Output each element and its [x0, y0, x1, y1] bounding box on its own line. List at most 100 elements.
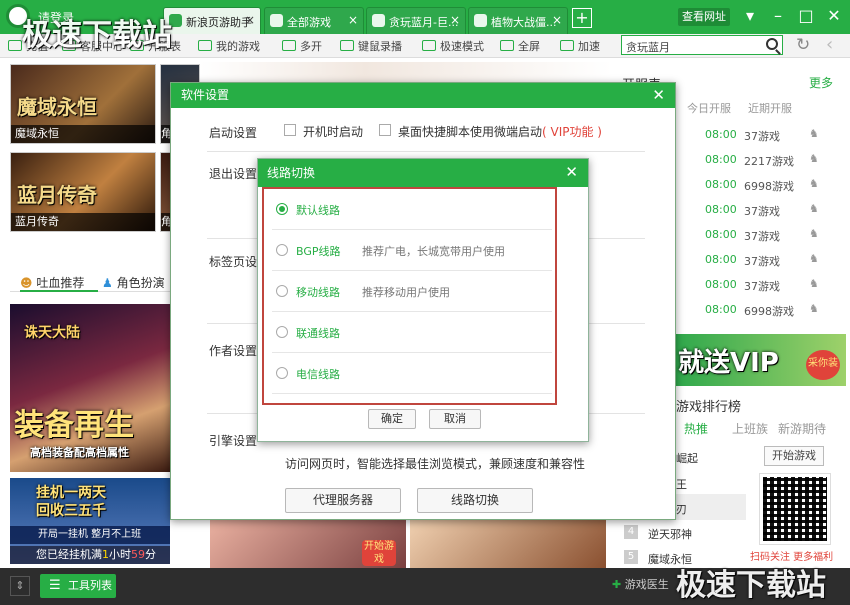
rank-tab-hot[interactable]: 热推 — [684, 420, 708, 437]
back-icon[interactable]: ‹ — [826, 34, 833, 55]
start-game-button[interactable]: 开始游戏 — [764, 446, 824, 466]
engine-label: 引擎设置 — [209, 434, 258, 448]
line-option-telecom[interactable]: 电信线路 — [272, 353, 552, 394]
promo-close-icon[interactable]: ✖ — [190, 526, 201, 541]
rank-item[interactable]: 逆天邪神 — [648, 526, 692, 542]
game-doctor-button[interactable]: ✚ 游戏医生 — [612, 576, 669, 592]
more-link[interactable]: 更多 — [809, 74, 833, 91]
radio-icon[interactable] — [276, 326, 288, 338]
bell-icon[interactable]: ♞ — [809, 152, 819, 165]
multi-open-label: 多开 — [300, 40, 322, 53]
radio-icon[interactable] — [276, 367, 288, 379]
server-time: 08:00 — [705, 228, 737, 241]
engine-description: 访问网页时，智能选择最佳浏览模式，兼顾速度和兼容性 — [285, 457, 586, 471]
line-option-label: 默认线路 — [296, 204, 340, 217]
search-icon[interactable] — [766, 38, 778, 50]
speedometer-icon — [560, 40, 574, 51]
rank-item[interactable]: 刃 — [676, 501, 687, 517]
minimize-icon[interactable]: – — [768, 6, 788, 25]
line-option-desc: 推荐广电，长城宽带用户使用 — [362, 245, 505, 258]
banner-subline: 高档装备配高档属性 — [30, 446, 129, 459]
tab-label: 贪玩蓝月-巨... — [389, 16, 459, 29]
server-name: 37游戏 — [744, 255, 780, 268]
tab-label: 全部游戏 — [287, 16, 331, 29]
refresh-icon[interactable]: ↻ — [796, 35, 810, 55]
tab-recent-open[interactable]: 近期开服 — [748, 100, 792, 116]
close-settings-icon[interactable]: ✕ — [652, 86, 665, 104]
users-icon — [282, 40, 296, 51]
game-thumb-strip — [200, 62, 612, 82]
line-option-label: 移动线路 — [296, 286, 340, 299]
game-banner[interactable]: 诛天大陆 装备再生 高档装备配高档属性 — [10, 304, 170, 472]
server-name: 37游戏 — [744, 130, 780, 143]
menu-dropdown-icon[interactable]: ▾ — [740, 6, 760, 25]
line-option-mobile[interactable]: 移动线路 推荐移动用户使用 — [272, 271, 552, 312]
record-button[interactable]: 键鼠录播 — [340, 38, 402, 54]
rank-number: 4 — [624, 525, 638, 539]
fullscreen-button[interactable]: 全屏 — [500, 38, 540, 54]
bell-icon[interactable]: ♞ — [809, 177, 819, 190]
close-line-switch-icon[interactable]: ✕ — [565, 163, 578, 181]
server-time: 08:00 — [705, 203, 737, 216]
bell-icon[interactable]: ♞ — [809, 277, 819, 290]
tab-pvz[interactable]: 植物大战僵... × — [468, 7, 568, 34]
close-window-icon[interactable]: ✕ — [824, 6, 844, 25]
start-badge[interactable]: 开始游戏 — [362, 540, 396, 566]
bell-icon[interactable]: ♞ — [809, 127, 819, 140]
rank-tab-new[interactable]: 新游期待 — [778, 420, 826, 437]
rank-item[interactable]: 崛起 — [676, 450, 698, 466]
cancel-button[interactable]: 取消 — [429, 409, 481, 429]
tools-list-button[interactable]: ☰ 工具列表 — [40, 574, 116, 598]
game-thumb[interactable]: 魔域永恒 魔域永恒 — [10, 64, 156, 144]
line-option-unicom[interactable]: 联通线路 — [272, 312, 552, 353]
radio-selected-icon[interactable] — [276, 203, 288, 215]
line-option-bgp[interactable]: BGP线路 推荐广电，长城宽带用户使用 — [272, 230, 552, 271]
expand-icon[interactable]: ⇕ — [10, 576, 30, 596]
boot-start-checkbox[interactable] — [284, 124, 296, 136]
close-tab-icon[interactable]: × — [348, 13, 358, 27]
fullscreen-icon — [500, 40, 514, 51]
game-thumb-caption: 蓝月传奇 — [11, 213, 155, 231]
bell-icon[interactable]: ♞ — [809, 202, 819, 215]
close-tab-icon[interactable]: × — [552, 13, 562, 27]
search-input[interactable]: 贪玩蓝月 — [621, 35, 783, 55]
line-option-default[interactable]: 默认线路 — [272, 189, 552, 230]
promo-banner[interactable]: 挂机一两天 回收三五千 开局一挂机 整月不上班 ✖ 您已经挂机满1小时59分钟, — [10, 478, 201, 579]
maximize-icon[interactable]: □ — [796, 6, 816, 25]
game-thumb[interactable]: 蓝月传奇 蓝月传奇 — [10, 152, 156, 232]
proxy-server-button[interactable]: 代理服务器 — [285, 488, 401, 513]
rank-item[interactable]: 王 — [676, 476, 687, 492]
tab-recommend[interactable]: ☻ 吐血推荐 — [20, 274, 84, 291]
keyboard-icon — [340, 40, 354, 51]
tab-tanwan[interactable]: 贪玩蓝月-巨... × — [366, 7, 466, 34]
tab-rpg[interactable]: ♟ 角色扮演 — [102, 274, 165, 291]
game-thumb-caption: 魔域永恒 — [11, 125, 155, 143]
bell-icon[interactable]: ♞ — [809, 227, 819, 240]
radio-icon[interactable] — [276, 244, 288, 256]
rank-tab-office[interactable]: 上班族 — [732, 420, 768, 437]
line-switch-button[interactable]: 线路切换 — [417, 488, 533, 513]
radio-icon[interactable] — [276, 285, 288, 297]
my-games-button[interactable]: 我的游戏 — [198, 38, 260, 54]
game-banner-small[interactable]: 开始游戏 — [362, 520, 606, 568]
ok-button[interactable]: 确定 — [368, 409, 416, 429]
tab-sina-helper[interactable]: 新浪页游助手 × — [163, 7, 261, 34]
view-url-button[interactable]: 查看网址 — [678, 8, 730, 26]
my-games-label: 我的游戏 — [216, 40, 260, 53]
bell-icon[interactable]: ♞ — [809, 302, 819, 315]
new-tab-button[interactable]: + — [572, 8, 592, 28]
vip-banner[interactable]: 就送VIP 采你装 — [676, 334, 846, 386]
promo-counter-hours: 1 — [102, 548, 109, 561]
bell-icon[interactable]: ♞ — [809, 252, 819, 265]
desktop-shortcut-checkbox[interactable] — [379, 124, 391, 136]
tab-all-games[interactable]: 全部游戏 × — [264, 7, 364, 34]
multi-open-button[interactable]: 多开 — [282, 38, 322, 54]
close-tab-icon[interactable]: × — [450, 13, 460, 27]
user-icon: ♟ — [102, 276, 113, 290]
promo-counter: 您已经挂机满1小时59分钟, — [10, 546, 170, 579]
tab-today-open[interactable]: 今日开服 — [687, 100, 731, 116]
speed-mode-button[interactable]: 极速模式 — [422, 38, 484, 54]
server-time: 08:00 — [705, 278, 737, 291]
accelerate-button[interactable]: 加速 — [560, 38, 600, 54]
close-tab-icon[interactable]: × — [245, 13, 255, 27]
